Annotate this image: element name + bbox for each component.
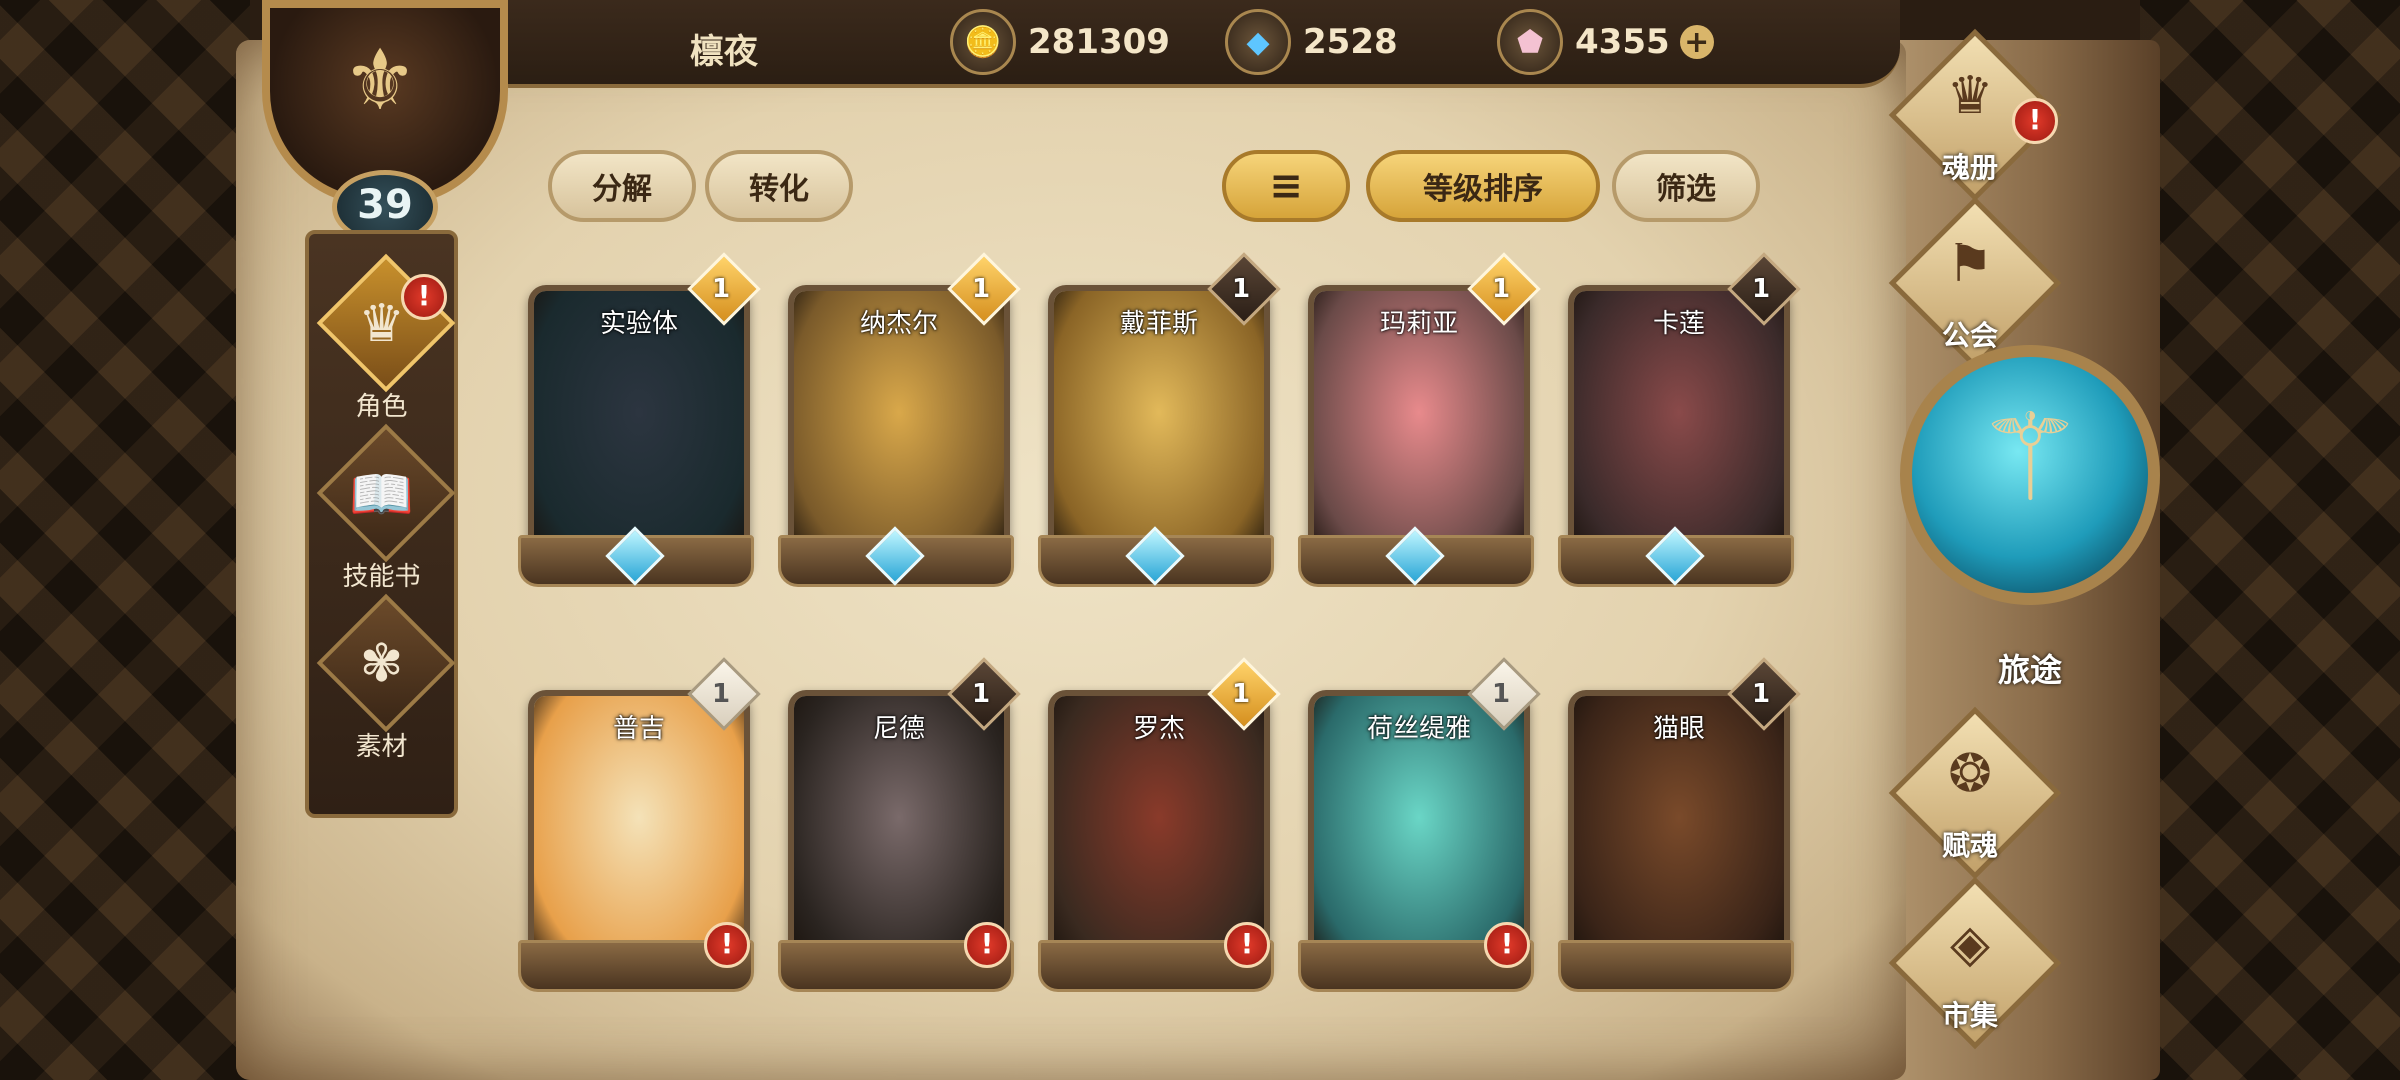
hero-card[interactable]: 荷丝缇雅 1!: [1298, 657, 1541, 992]
rank-number: 1: [711, 679, 731, 709]
alert-icon: !: [401, 274, 447, 320]
guild-icon: ⚑: [1946, 234, 1994, 294]
skill-book-icon: 📖: [349, 465, 414, 525]
soul-infuse-icon: ❂: [1948, 744, 1992, 804]
right-frame: [2140, 0, 2400, 1080]
material-icon: ✾: [359, 634, 404, 694]
nav-soul-infuse[interactable]: ❂ 赋魂: [1870, 706, 2070, 880]
crystal-currency: ◆ 2528: [1225, 9, 1398, 75]
nav-label: 旅途: [1997, 651, 2062, 689]
sort-by-level-button[interactable]: 等级排序: [1366, 150, 1600, 222]
gold-coin-icon: 🪙: [950, 9, 1016, 75]
hero-card[interactable]: 尼德 1!: [778, 657, 1021, 992]
pink-gem-icon: ⬟: [1497, 9, 1563, 75]
nav-market[interactable]: ◈ 市集: [1870, 876, 2070, 1050]
sort-order-button[interactable]: ≡: [1222, 150, 1350, 222]
sidebar-item-label: 技能书: [342, 562, 421, 592]
hero-card-frame: 实验体: [528, 285, 750, 567]
gem-currency: ⬟ 4355 +: [1497, 9, 1714, 75]
rank-number: 1: [1751, 679, 1771, 709]
alert-icon: !: [2012, 98, 2058, 144]
sidebar-item-label: 角色: [355, 392, 408, 422]
market-icon: ◈: [1950, 914, 1990, 974]
decompose-button[interactable]: 分解: [548, 150, 696, 222]
sort-list-icon: ≡: [1269, 163, 1303, 209]
hero-card[interactable]: 实验体 1: [518, 252, 761, 587]
blue-crystal-icon: ◆: [1225, 9, 1291, 75]
hero-card[interactable]: 玛莉亚 1: [1298, 252, 1541, 587]
alert-icon: !: [704, 922, 750, 968]
hero-card-frame: 纳杰尔: [788, 285, 1010, 567]
nav-label: 魂册: [1941, 151, 1998, 184]
hero-card[interactable]: 普吉 1!: [518, 657, 761, 992]
rank-number: 1: [711, 274, 731, 304]
hero-card-frame: 戴菲斯: [1048, 285, 1270, 567]
alert-icon: !: [1224, 922, 1270, 968]
player-name: 檩夜: [690, 32, 758, 72]
player-emblem[interactable]: ⚜ 39: [240, 0, 510, 244]
journey-icon: ⚚: [1976, 389, 2084, 528]
nav-label: 赋魂: [1941, 829, 1998, 862]
rank-number: 1: [971, 274, 991, 304]
nav-guild[interactable]: ⚑ 公会: [1870, 196, 2070, 370]
rank-number: 1: [971, 679, 991, 709]
alert-icon: !: [1484, 922, 1530, 968]
category-sidebar: ♛ 角色 ! 📖 技能书 ✾ 素材: [305, 230, 458, 818]
sidebar-item-character[interactable]: ♛ 角色 !: [309, 253, 456, 434]
crest-icon: ⚜: [342, 31, 418, 129]
rank-number: 1: [1491, 274, 1511, 304]
hero-card[interactable]: 戴菲斯 1: [1038, 252, 1281, 587]
left-frame: [0, 0, 250, 1080]
sidebar-item-material[interactable]: ✾ 素材: [309, 593, 456, 774]
gem-value: 4355: [1575, 22, 1670, 62]
rank-number: 1: [1231, 274, 1251, 304]
hero-card-frame: 卡莲: [1568, 285, 1790, 567]
hero-card[interactable]: 卡莲 1: [1558, 252, 1801, 587]
hero-card[interactable]: 猫眼 1: [1558, 657, 1801, 992]
nav-label: 市集: [1941, 999, 1998, 1032]
filter-button[interactable]: 筛选: [1612, 150, 1760, 222]
convert-button[interactable]: 转化: [705, 150, 853, 222]
hero-card-frame: 玛莉亚: [1308, 285, 1530, 567]
hero-card-frame: 猫眼: [1568, 690, 1790, 972]
sidebar-item-skill-book[interactable]: 📖 技能书: [309, 423, 456, 604]
nav-soul-book[interactable]: ♛ 魂册 !: [1870, 28, 2070, 202]
nav-journey[interactable]: ⚚ 旅途: [1900, 345, 2160, 689]
crystal-value: 2528: [1303, 22, 1398, 62]
gold-currency: 🪙 281309: [950, 9, 1170, 75]
hero-card-base: [1558, 940, 1794, 992]
rank-number: 1: [1491, 679, 1511, 709]
add-gem-button[interactable]: +: [1679, 25, 1714, 60]
sidebar-item-label: 素材: [355, 732, 408, 762]
rank-number: 1: [1231, 679, 1251, 709]
rank-number: 1: [1751, 274, 1771, 304]
gold-value: 281309: [1028, 22, 1170, 62]
alert-icon: !: [964, 922, 1010, 968]
hero-card[interactable]: 罗杰 1!: [1038, 657, 1281, 992]
hero-card[interactable]: 纳杰尔 1: [778, 252, 1021, 587]
